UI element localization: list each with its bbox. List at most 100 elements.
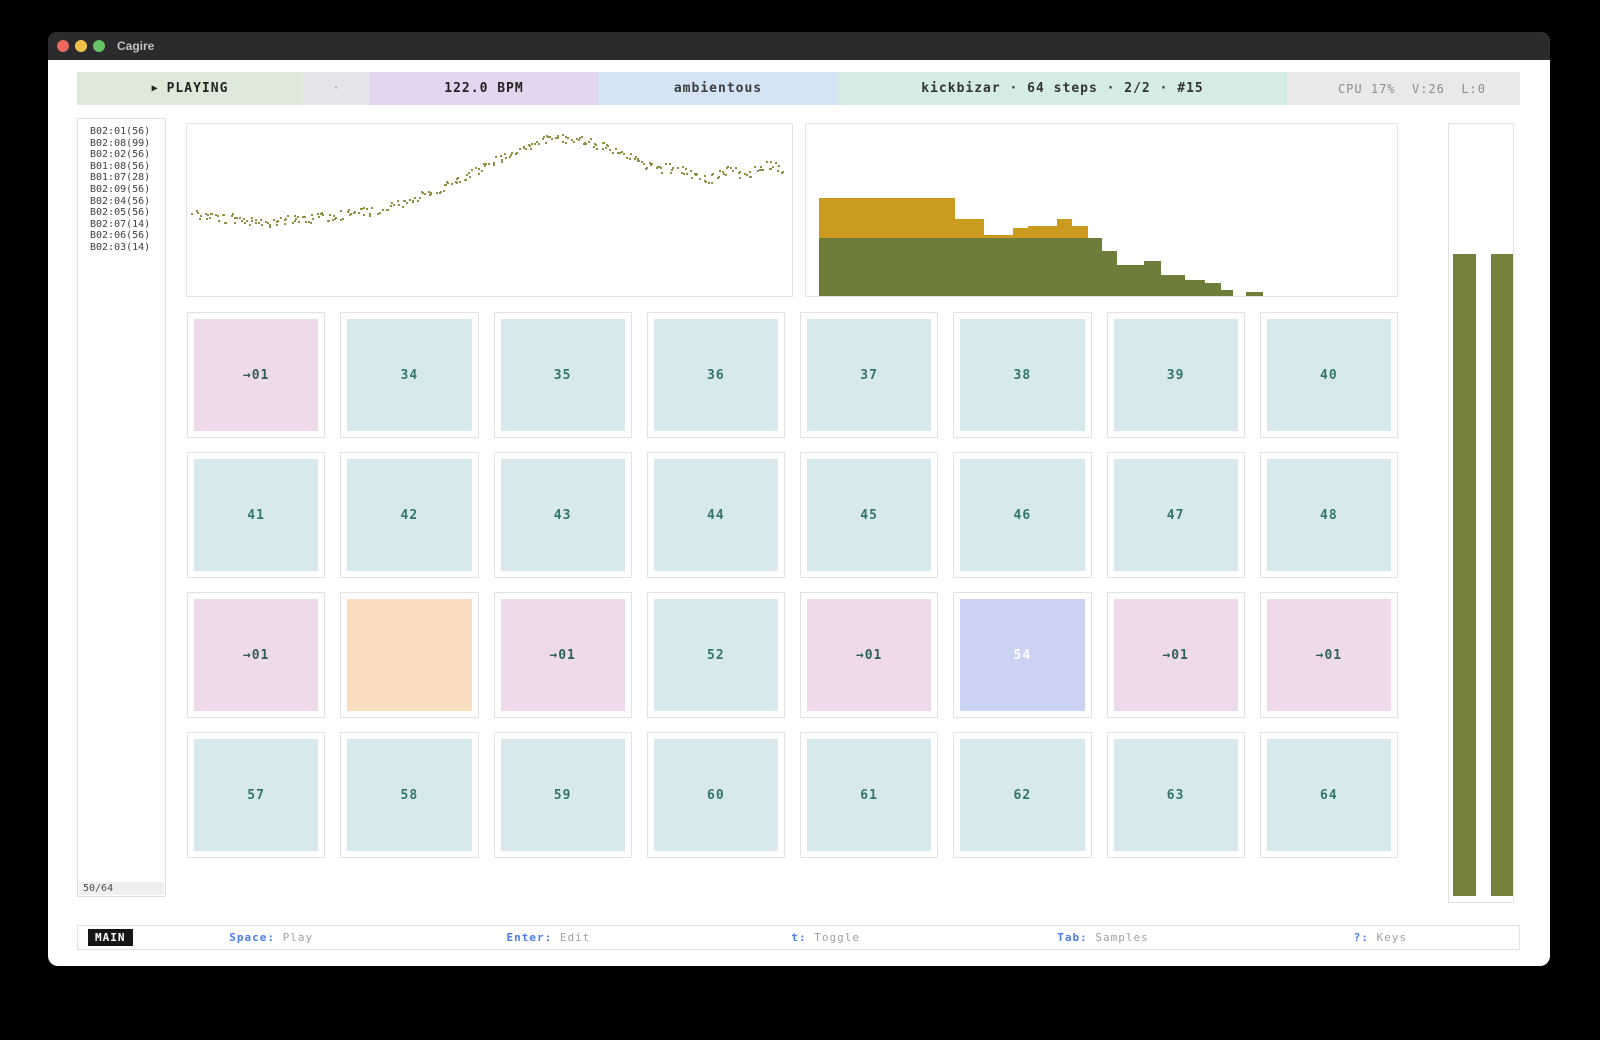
scatter-dot bbox=[581, 136, 583, 138]
histogram-bar-lower bbox=[1028, 238, 1058, 296]
pad-53[interactable]: →01 bbox=[800, 592, 938, 718]
pad-38[interactable]: 38 bbox=[953, 312, 1091, 438]
pad-label: 64 bbox=[1320, 788, 1338, 803]
histogram-bar-lower bbox=[1246, 292, 1263, 296]
pattern-info[interactable]: kickbizar · 64 steps · 2/2 · #15 bbox=[838, 72, 1287, 105]
pad-fill: →01 bbox=[501, 599, 625, 711]
scatter-dot bbox=[712, 173, 714, 175]
pad-44[interactable]: 44 bbox=[647, 452, 785, 578]
hint-edit: Enter: Edit bbox=[410, 931, 687, 944]
scatter-dot bbox=[683, 173, 685, 175]
pad-33[interactable]: →01 bbox=[187, 312, 325, 438]
scatter-dot bbox=[197, 212, 199, 214]
pad-43[interactable]: 43 bbox=[494, 452, 632, 578]
scatter-dot bbox=[670, 172, 672, 174]
pad-35[interactable]: 35 bbox=[494, 312, 632, 438]
histogram-bar-lower bbox=[1220, 290, 1233, 296]
scatter-dot bbox=[280, 217, 282, 219]
pad-fill: 39 bbox=[1114, 319, 1238, 431]
scatter-dot bbox=[629, 158, 631, 160]
scatter-dot bbox=[382, 209, 384, 211]
transport-status[interactable]: ▶ PLAYING bbox=[77, 72, 303, 105]
histogram-bar-upper bbox=[954, 219, 984, 238]
pad-41[interactable]: 41 bbox=[187, 452, 325, 578]
pad-62[interactable]: 62 bbox=[953, 732, 1091, 858]
sample-list-item[interactable]: B02:01(56) bbox=[78, 126, 165, 138]
pad-37[interactable]: 37 bbox=[800, 312, 938, 438]
sample-list-item[interactable]: B02:03(14) bbox=[78, 242, 165, 254]
scatter-dot bbox=[519, 148, 521, 150]
scatter-dot bbox=[292, 222, 294, 224]
pad-36[interactable]: 36 bbox=[647, 312, 785, 438]
scatter-dot bbox=[538, 143, 540, 145]
sample-list-item[interactable]: B01:08(56) bbox=[78, 161, 165, 173]
histogram-bar-upper bbox=[1071, 226, 1088, 238]
pad-58[interactable]: 58 bbox=[340, 732, 478, 858]
sample-list-item[interactable]: B02:04(56) bbox=[78, 196, 165, 208]
close-button[interactable] bbox=[57, 40, 69, 52]
pad-fill: 44 bbox=[654, 459, 778, 571]
hint-key: Space: bbox=[229, 931, 275, 944]
histogram-bar-lower bbox=[819, 238, 955, 296]
scatter-dot bbox=[258, 222, 260, 224]
pad-fill: 47 bbox=[1114, 459, 1238, 571]
pad-49[interactable]: →01 bbox=[187, 592, 325, 718]
pad-46[interactable]: 46 bbox=[953, 452, 1091, 578]
pad-60[interactable]: 60 bbox=[647, 732, 785, 858]
histogram-bar-upper bbox=[1028, 226, 1058, 238]
scene-name[interactable]: ambientous bbox=[598, 72, 838, 105]
sample-list-item[interactable]: B02:07(14) bbox=[78, 219, 165, 231]
pad-55[interactable]: →01 bbox=[1107, 592, 1245, 718]
pad-61[interactable]: 61 bbox=[800, 732, 938, 858]
sample-list-item[interactable]: B01:07(28) bbox=[78, 172, 165, 184]
pad-39[interactable]: 39 bbox=[1107, 312, 1245, 438]
pad-45[interactable]: 45 bbox=[800, 452, 938, 578]
scatter-dot bbox=[523, 147, 525, 149]
scatter-dot bbox=[669, 163, 671, 165]
scatter-dot bbox=[562, 134, 564, 136]
scatter-dot bbox=[231, 215, 233, 217]
pad-63[interactable]: 63 bbox=[1107, 732, 1245, 858]
pad-label: 63 bbox=[1167, 788, 1185, 803]
sample-list-item[interactable]: B02:09(56) bbox=[78, 184, 165, 196]
pad-40[interactable]: 40 bbox=[1260, 312, 1398, 438]
scatter-dot bbox=[671, 169, 673, 171]
pad-label: 61 bbox=[860, 788, 878, 803]
scatter-dot bbox=[475, 167, 477, 169]
pad-50[interactable] bbox=[340, 592, 478, 718]
scatter-dot bbox=[605, 147, 607, 149]
scatter-dot bbox=[772, 166, 774, 168]
pad-64[interactable]: 64 bbox=[1260, 732, 1398, 858]
pad-47[interactable]: 47 bbox=[1107, 452, 1245, 578]
pad-42[interactable]: 42 bbox=[340, 452, 478, 578]
bpm-display[interactable]: 122.0 BPM bbox=[370, 72, 598, 105]
pad-59[interactable]: 59 bbox=[494, 732, 632, 858]
histogram-bar-lower bbox=[1116, 265, 1145, 296]
pad-52[interactable]: 52 bbox=[647, 592, 785, 718]
pad-fill: 54 bbox=[960, 599, 1084, 711]
sample-list-item[interactable]: B02:06(56) bbox=[78, 230, 165, 242]
scatter-dot bbox=[505, 157, 507, 159]
zoom-button[interactable] bbox=[93, 40, 105, 52]
pad-51[interactable]: →01 bbox=[494, 592, 632, 718]
scatter-dot bbox=[302, 216, 304, 218]
scatter-dot bbox=[557, 137, 559, 139]
sample-list-item[interactable]: B02:05(56) bbox=[78, 207, 165, 219]
scatter-dot bbox=[199, 218, 201, 220]
pad-54[interactable]: 54 bbox=[953, 592, 1091, 718]
hint-keys: ?: Keys bbox=[1242, 931, 1519, 944]
pad-label: →01 bbox=[856, 648, 882, 663]
sample-list-item[interactable]: B02:02(56) bbox=[78, 149, 165, 161]
pad-48[interactable]: 48 bbox=[1260, 452, 1398, 578]
pad-56[interactable]: →01 bbox=[1260, 592, 1398, 718]
pad-label: 54 bbox=[1014, 648, 1032, 663]
scatter-dot bbox=[246, 220, 248, 222]
sample-list-item[interactable]: B02:08(99) bbox=[78, 138, 165, 150]
scatter-dot bbox=[551, 138, 553, 140]
scatter-dot bbox=[222, 214, 224, 216]
minimize-button[interactable] bbox=[75, 40, 87, 52]
scatter-dot bbox=[393, 204, 395, 206]
pad-34[interactable]: 34 bbox=[340, 312, 478, 438]
pad-57[interactable]: 57 bbox=[187, 732, 325, 858]
scatter-dot bbox=[749, 176, 751, 178]
